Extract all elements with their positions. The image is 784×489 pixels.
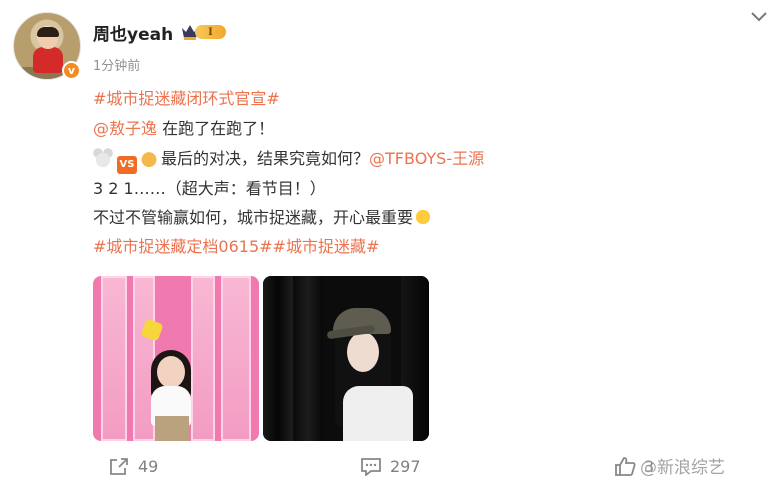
- vip-level: I: [195, 25, 226, 39]
- post-text: 3 2 1……（超大声：看节目！）: [93, 179, 326, 198]
- post-text: 最后的对决，结果究竟如何？: [161, 149, 370, 168]
- post-line-2: @敖子逸 在跑了在跑了！: [93, 118, 274, 140]
- comment-count: 297: [390, 456, 421, 476]
- username[interactable]: 周也yeah: [93, 20, 173, 45]
- mention-link[interactable]: @敖子逸: [93, 119, 157, 138]
- post-photo-1[interactable]: [93, 276, 259, 441]
- avatar[interactable]: v: [13, 12, 81, 80]
- post-line-5: 不过不管输赢如何，城市捉迷藏，开心最重要: [93, 207, 435, 229]
- comment-button[interactable]: 297: [360, 455, 421, 477]
- like-icon: [615, 457, 636, 476]
- hashtag-link[interactable]: #城市捉迷藏闭环式官宣#: [93, 89, 280, 108]
- verified-icon: v: [62, 61, 81, 80]
- cat-icon: [139, 148, 159, 168]
- post-timestamp[interactable]: 1分钟前: [93, 55, 140, 74]
- post-line-4: 3 2 1……（超大声：看节目！）: [93, 178, 326, 200]
- weibo-post: v 周也yeah I 1分钟前 #城市捉迷藏闭环式官宣# @敖子逸 在跑了在跑了…: [0, 0, 784, 489]
- post-line-1: #城市捉迷藏闭环式官宣#: [93, 88, 280, 110]
- vip-badge[interactable]: I: [180, 22, 227, 41]
- mention-link[interactable]: @TFBOYS-王源: [369, 149, 484, 168]
- hashtag-link[interactable]: #城市捉迷藏#: [273, 237, 380, 256]
- post-text: 在跑了在跑了！: [157, 119, 275, 138]
- share-icon: [110, 458, 128, 475]
- chevron-down-icon[interactable]: [750, 10, 768, 24]
- post-line-6: #城市捉迷藏定档0615##城市捉迷藏#: [93, 236, 379, 258]
- comment-icon: [361, 458, 381, 476]
- vs-icon: VS: [117, 156, 137, 174]
- share-count: 49: [138, 456, 159, 476]
- hashtag-link[interactable]: #城市捉迷藏定档0615#: [93, 237, 273, 256]
- party-face-icon: [413, 207, 434, 227]
- mouse-icon: [93, 148, 113, 168]
- post-photo-2[interactable]: [263, 276, 429, 441]
- post-line-3: VS 最后的对决，结果究竟如何？@TFBOYS-王源: [93, 148, 484, 174]
- post-text: 不过不管输赢如何，城市捉迷藏，开心最重要: [93, 208, 414, 227]
- share-button[interactable]: 49: [108, 455, 158, 477]
- watermark: @新浪综艺: [640, 458, 725, 478]
